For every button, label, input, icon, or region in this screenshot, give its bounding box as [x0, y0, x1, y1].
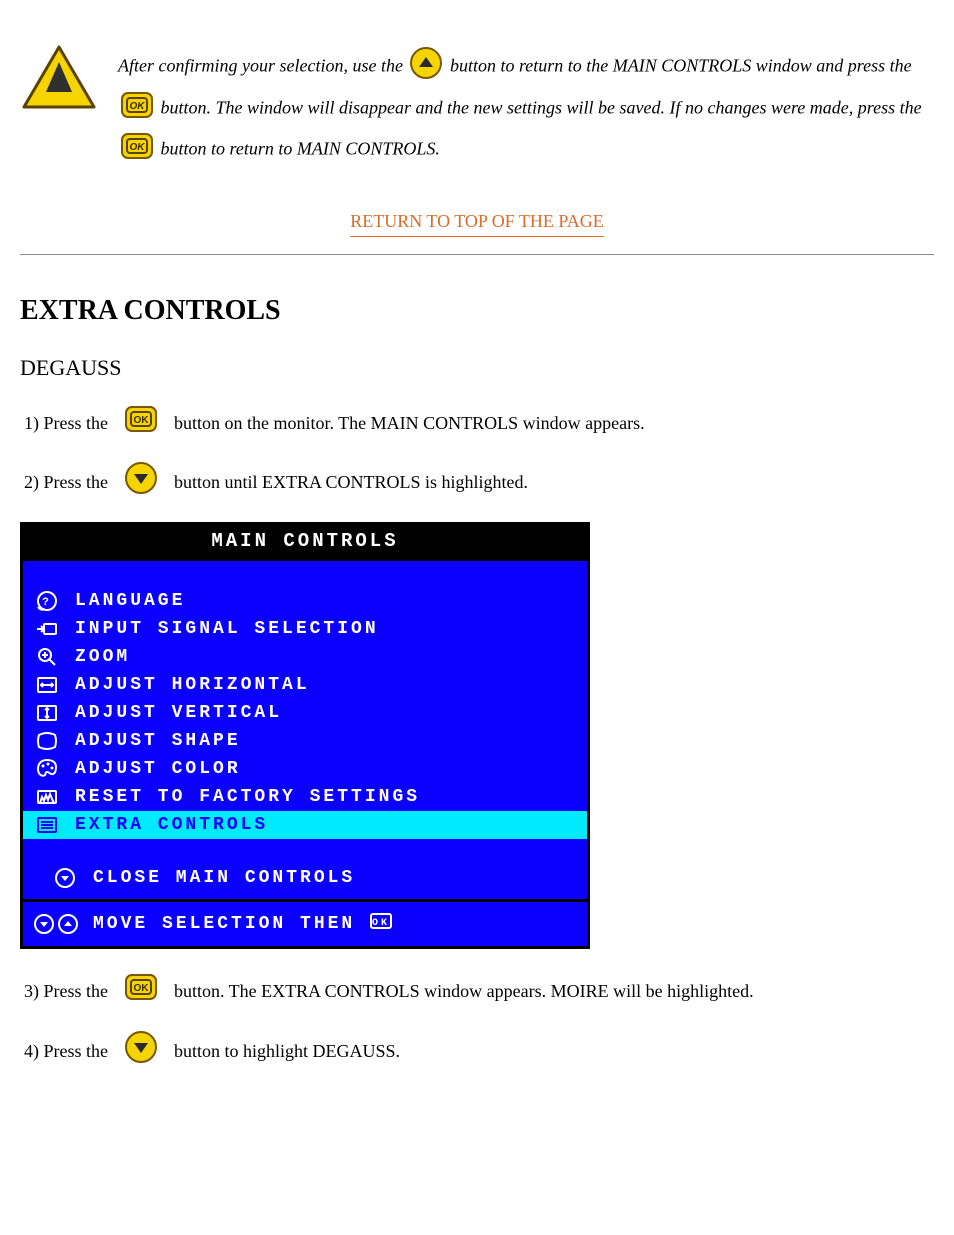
osd-item-label: RESET TO FACTORY SETTINGS: [75, 787, 420, 807]
step-3: 3) Press the button. The EXTRA CONTROLS …: [24, 971, 934, 1012]
section-subheading: DEGAUSS: [20, 355, 934, 381]
osd-item-reset-factory[interactable]: RESET TO FACTORY SETTINGS: [23, 783, 587, 811]
return-to-top-link[interactable]: RETURN TO TOP OF THE PAGE: [20, 211, 934, 232]
step-3-pre: 3) Press the: [24, 977, 108, 1006]
osd-footer-text: MOVE SELECTION THEN: [93, 914, 355, 934]
warning-text-part1: After confirming your selection, use the: [118, 56, 407, 76]
step-1: 1) Press the button on the monitor. The …: [24, 403, 934, 444]
zoom-icon: [33, 645, 61, 669]
separator: [20, 254, 934, 255]
osd-close-label: CLOSE MAIN CONTROLS: [93, 868, 355, 888]
osd-title: MAIN CONTROLS: [23, 525, 587, 558]
osd-item-label: ADJUST HORIZONTAL: [75, 675, 310, 695]
osd-item-label: ADJUST SHAPE: [75, 731, 241, 751]
step-1-pre: 1) Press the: [24, 409, 108, 438]
horizontal-icon: [33, 673, 61, 697]
step-2: 2) Press the button until EXTRA CONTROLS…: [24, 461, 934, 504]
osd-item-input-signal[interactable]: INPUT SIGNAL SELECTION: [23, 615, 587, 643]
ok-button-icon: [124, 403, 158, 444]
osd-footer-nav-icons: [33, 913, 79, 935]
ok-button-icon: [120, 89, 154, 130]
language-icon: [33, 589, 61, 613]
down-circle-icon: [51, 867, 79, 889]
up-circle-icon: [57, 913, 79, 935]
osd-item-label: INPUT SIGNAL SELECTION: [75, 619, 379, 639]
warning-text-part2: button to return to the MAIN CONTROLS wi…: [450, 56, 912, 76]
step-4-post: button to highlight DEGAUSS.: [174, 1037, 400, 1066]
osd-item-adjust-horizontal[interactable]: ADJUST HORIZONTAL: [23, 671, 587, 699]
section-heading: EXTRA CONTROLS: [20, 295, 934, 327]
steps-list: 1) Press the button on the monitor. The …: [20, 403, 934, 505]
osd-item-label: ADJUST COLOR: [75, 759, 241, 779]
step-2-post: button until EXTRA CONTROLS is highlight…: [174, 468, 528, 497]
step-2-pre: 2) Press the: [24, 468, 108, 497]
step-1-post: button on the monitor. The MAIN CONTROLS…: [174, 409, 645, 438]
step-4: 4) Press the button to highlight DEGAUSS…: [24, 1030, 934, 1073]
steps-list-continued: 3) Press the button. The EXTRA CONTROLS …: [20, 971, 934, 1073]
color-icon: [33, 757, 61, 781]
osd-item-label: LANGUAGE: [75, 591, 185, 611]
ok-button-icon: [124, 971, 158, 1012]
osd-item-adjust-vertical[interactable]: ADJUST VERTICAL: [23, 699, 587, 727]
osd-main-controls: MAIN CONTROLS LANGUAGE INPUT SIGNAL SELE…: [20, 522, 590, 949]
reset-icon: [33, 785, 61, 809]
osd-item-adjust-color[interactable]: ADJUST COLOR: [23, 755, 587, 783]
input-icon: [33, 617, 61, 641]
osd-item-label: ADJUST VERTICAL: [75, 703, 282, 723]
warning-row: After confirming your selection, use the…: [20, 40, 934, 171]
warning-icon: [20, 40, 100, 112]
up-button-icon: [409, 46, 443, 89]
osd-body: LANGUAGE INPUT SIGNAL SELECTION ZOOM ADJ…: [23, 558, 587, 899]
warning-text: After confirming your selection, use the…: [118, 40, 934, 171]
vertical-icon: [33, 701, 61, 725]
warning-text-part3: button. The window will disappear and th…: [161, 97, 922, 117]
osd-item-zoom[interactable]: ZOOM: [23, 643, 587, 671]
shape-icon: [33, 729, 61, 753]
down-button-icon: [124, 1030, 158, 1073]
osd-item-language[interactable]: LANGUAGE: [23, 587, 587, 615]
osd-menu-list: LANGUAGE INPUT SIGNAL SELECTION ZOOM ADJ…: [23, 587, 587, 839]
osd-item-adjust-shape[interactable]: ADJUST SHAPE: [23, 727, 587, 755]
osd-close-main-controls[interactable]: CLOSE MAIN CONTROLS: [23, 857, 587, 899]
osd-item-label: EXTRA CONTROLS: [75, 815, 268, 835]
ok-box-icon: [369, 910, 393, 938]
osd-item-label: ZOOM: [75, 647, 130, 667]
down-circle-icon: [33, 913, 55, 935]
warning-text-part4: button to return to MAIN CONTROLS.: [161, 138, 440, 158]
extra-icon: [33, 813, 61, 837]
down-button-icon: [124, 461, 158, 504]
step-4-pre: 4) Press the: [24, 1037, 108, 1066]
ok-button-icon: [120, 130, 154, 171]
osd-footer: MOVE SELECTION THEN: [23, 899, 587, 946]
step-3-post: button. The EXTRA CONTROLS window appear…: [174, 977, 754, 1006]
osd-item-extra-controls[interactable]: EXTRA CONTROLS: [23, 811, 587, 839]
